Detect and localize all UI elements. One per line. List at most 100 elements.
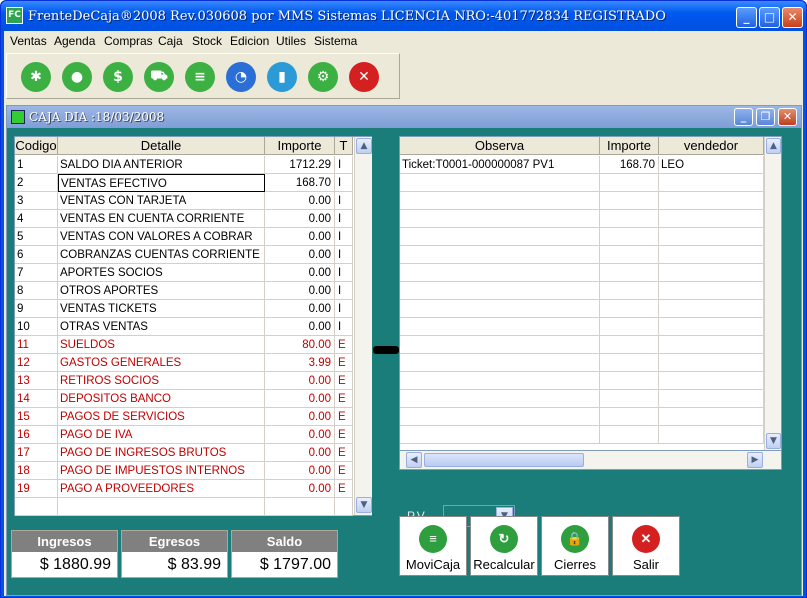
cell-t[interactable]: E: [335, 336, 353, 354]
table-row[interactable]: 3 VENTAS CON TARJETA 0.00 I: [15, 192, 353, 210]
cell-v[interactable]: [659, 282, 764, 300]
cell-v[interactable]: [659, 246, 764, 264]
cell-o[interactable]: [400, 300, 600, 318]
cell-o[interactable]: [400, 174, 600, 192]
cell-i[interactable]: 0.00: [265, 372, 335, 390]
cell-d[interactable]: OTROS APORTES: [58, 282, 265, 300]
cell-v[interactable]: [659, 210, 764, 228]
cell-t[interactable]: I: [335, 210, 353, 228]
cell-o[interactable]: [400, 228, 600, 246]
cell-c[interactable]: 1: [17, 156, 58, 174]
menu-utiles[interactable]: Utiles: [276, 34, 306, 48]
cell-i[interactable]: 0.00: [265, 210, 335, 228]
cell-d[interactable]: PAGOS DE SERVICIOS: [58, 408, 265, 426]
cell-c[interactable]: 11: [17, 336, 58, 354]
cell-i[interactable]: 80.00: [265, 336, 335, 354]
detalle-grid-scrollbar[interactable]: ▲ ▼: [764, 137, 781, 451]
cell-i[interactable]: 0.00: [265, 192, 335, 210]
cell-o[interactable]: [400, 390, 600, 408]
cell-t[interactable]: I: [335, 264, 353, 282]
table-row[interactable]: 15 PAGOS DE SERVICIOS 0.00 E: [15, 408, 353, 426]
cell-c[interactable]: 9: [17, 300, 58, 318]
cell-i[interactable]: 0.00: [265, 426, 335, 444]
child-close-button[interactable]: ✕: [778, 108, 797, 126]
recalcular-button[interactable]: ↻ Recalcular: [470, 516, 538, 576]
cell-o[interactable]: [400, 246, 600, 264]
header-codigo[interactable]: Codigo: [15, 137, 58, 155]
table-row[interactable]: [400, 210, 764, 228]
cart-icon[interactable]: ⛟: [144, 62, 174, 92]
cell-d[interactable]: PAGO DE INGRESOS BRUTOS: [58, 444, 265, 462]
table-row[interactable]: [400, 372, 764, 390]
caja-grid[interactable]: Codigo Detalle Importe T 1 SALDO DIA ANTE…: [14, 136, 372, 516]
cell-d[interactable]: PAGO DE IVA: [58, 426, 265, 444]
cell-o[interactable]: [400, 408, 600, 426]
cell-d[interactable]: VENTAS EN CUENTA CORRIENTE: [58, 210, 265, 228]
child-restore-button[interactable]: ❐: [756, 108, 775, 126]
cell-i[interactable]: 0.00: [265, 264, 335, 282]
table-row-empty[interactable]: [15, 498, 353, 516]
menu-sistema[interactable]: Sistema: [314, 34, 357, 48]
table-row[interactable]: 6 COBRANZAS CUENTAS CORRIENTE 0.00 I: [15, 246, 353, 264]
menu-compras[interactable]: Compras: [104, 34, 153, 48]
title-bar[interactable]: FC FrenteDeCaja®2008 Rev.030608 por MMS …: [1, 1, 806, 31]
movicaja-button[interactable]: ≡ MoviCaja: [399, 516, 467, 576]
cell-d[interactable]: GASTOS GENERALES: [58, 354, 265, 372]
cell-d[interactable]: VENTAS EFECTIVO: [58, 174, 265, 192]
close-icon[interactable]: ✕: [349, 62, 379, 92]
table-row[interactable]: 8 OTROS APORTES 0.00 I: [15, 282, 353, 300]
cell-v[interactable]: [659, 228, 764, 246]
table-row[interactable]: [400, 174, 764, 192]
cell-t[interactable]: I: [335, 156, 353, 174]
cell-i[interactable]: [600, 264, 659, 282]
cell-empty[interactable]: [17, 498, 58, 516]
user-icon[interactable]: ●: [62, 62, 92, 92]
cell-i[interactable]: 0.00: [265, 390, 335, 408]
hscroll-thumb[interactable]: [424, 453, 584, 467]
scroll-down-icon[interactable]: ▼: [766, 433, 781, 449]
cell-i[interactable]: 168.70: [600, 156, 659, 174]
cell-c[interactable]: 7: [17, 264, 58, 282]
cell-o[interactable]: [400, 426, 600, 444]
menu-ventas[interactable]: Ventas: [10, 34, 47, 48]
close-button[interactable]: ✕: [782, 7, 803, 28]
cell-t[interactable]: E: [335, 480, 353, 498]
table-row[interactable]: [400, 246, 764, 264]
cell-i[interactable]: [600, 174, 659, 192]
cell-c[interactable]: 14: [17, 390, 58, 408]
scroll-up-icon[interactable]: ▲: [356, 138, 372, 154]
cell-v[interactable]: [659, 318, 764, 336]
document-icon[interactable]: ≡: [185, 62, 215, 92]
cell-i[interactable]: [600, 192, 659, 210]
cell-c[interactable]: 5: [17, 228, 58, 246]
cell-v[interactable]: [659, 192, 764, 210]
cierres-button[interactable]: 🔒 Cierres: [541, 516, 609, 576]
cell-t[interactable]: I: [335, 300, 353, 318]
table-row[interactable]: [400, 354, 764, 372]
cell-t[interactable]: E: [335, 444, 353, 462]
cell-o[interactable]: [400, 192, 600, 210]
cell-o[interactable]: [400, 318, 600, 336]
menu-edicion[interactable]: Edicion: [230, 34, 269, 48]
cell-v[interactable]: [659, 336, 764, 354]
salir-button[interactable]: ✕ Salir: [612, 516, 680, 576]
cell-i[interactable]: [600, 210, 659, 228]
table-row[interactable]: Ticket:T0001-000000087 PV1 168.70 LEO: [400, 156, 764, 174]
pie-chart-icon[interactable]: ◔: [226, 62, 256, 92]
settings-icon[interactable]: ⚙: [308, 62, 338, 92]
table-row[interactable]: 17 PAGO DE INGRESOS BRUTOS 0.00 E: [15, 444, 353, 462]
cell-i[interactable]: 0.00: [265, 282, 335, 300]
cell-c[interactable]: 12: [17, 354, 58, 372]
table-row[interactable]: 9 VENTAS TICKETS 0.00 I: [15, 300, 353, 318]
cell-i[interactable]: [600, 228, 659, 246]
header-tipo[interactable]: T: [335, 137, 353, 155]
scroll-up-icon[interactable]: ▲: [766, 138, 781, 154]
cell-c[interactable]: 17: [17, 444, 58, 462]
cell-i[interactable]: 1712.29: [265, 156, 335, 174]
table-row[interactable]: 12 GASTOS GENERALES 3.99 E: [15, 354, 353, 372]
cell-c[interactable]: 13: [17, 372, 58, 390]
scroll-left-icon[interactable]: ◀: [406, 452, 422, 468]
cell-c[interactable]: 2: [17, 174, 58, 192]
cell-d[interactable]: PAGO A PROVEEDORES: [58, 480, 265, 498]
maximize-button[interactable]: □: [759, 7, 780, 28]
